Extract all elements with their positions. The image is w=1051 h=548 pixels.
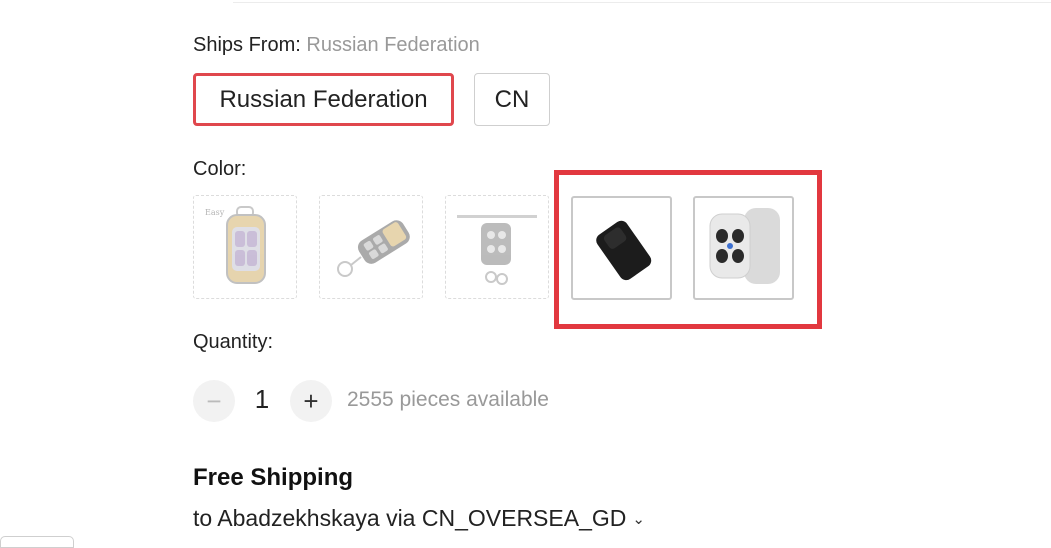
keyfob-keychain-thumbnail-icon	[337, 220, 410, 277]
minus-icon: −	[206, 385, 222, 416]
ships-from-option-russian-federation[interactable]: Russian Federation	[193, 73, 454, 126]
section-divider	[233, 2, 1051, 3]
shipping-destination-text: to Abadzekhskaya via CN_OVERSEA_GD	[193, 505, 627, 531]
ships-from-option-label: CN	[494, 85, 530, 113]
color-swatch-5[interactable]	[693, 196, 794, 300]
chevron-down-icon: ⌄	[632, 510, 645, 528]
black-keyfob-thumbnail-icon	[595, 220, 651, 281]
shipping-title: Free Shipping	[193, 464, 354, 491]
ships-from-row: Ships From: Russian Federation	[193, 34, 480, 57]
svg-text:Easy: Easy	[205, 208, 225, 217]
bottom-corner-tab	[0, 536, 74, 548]
ships-from-label: Ships From:	[193, 34, 301, 56]
color-swatch-3[interactable]	[445, 195, 549, 299]
quantity-increase-button[interactable]: +	[290, 380, 332, 422]
quantity-label: Quantity:	[193, 331, 274, 353]
ships-from-option-cn[interactable]: CN	[474, 73, 550, 126]
color-label: Color:	[193, 158, 247, 180]
keyfob-rail-thumbnail-icon	[457, 215, 537, 285]
stock-available-text: 2555 pieces available	[347, 388, 549, 411]
quantity-decrease-button[interactable]: −	[193, 380, 235, 422]
color-swatch-1[interactable]: Easy	[193, 195, 297, 299]
quantity-value[interactable]: 1	[240, 384, 284, 415]
shipping-destination-selector[interactable]: to Abadzekhskaya via CN_OVERSEA_GD ⌄	[193, 505, 645, 532]
ships-from-option-label: Russian Federation	[219, 85, 428, 113]
color-swatch-2[interactable]	[319, 195, 423, 299]
color-swatch-4[interactable]	[571, 196, 672, 300]
grey-keyfob-thumbnail-icon	[709, 208, 780, 284]
ships-from-selected-value: Russian Federation	[306, 34, 480, 56]
gold-keyfob-thumbnail-icon: Easy	[205, 206, 266, 284]
plus-icon: +	[303, 385, 319, 416]
